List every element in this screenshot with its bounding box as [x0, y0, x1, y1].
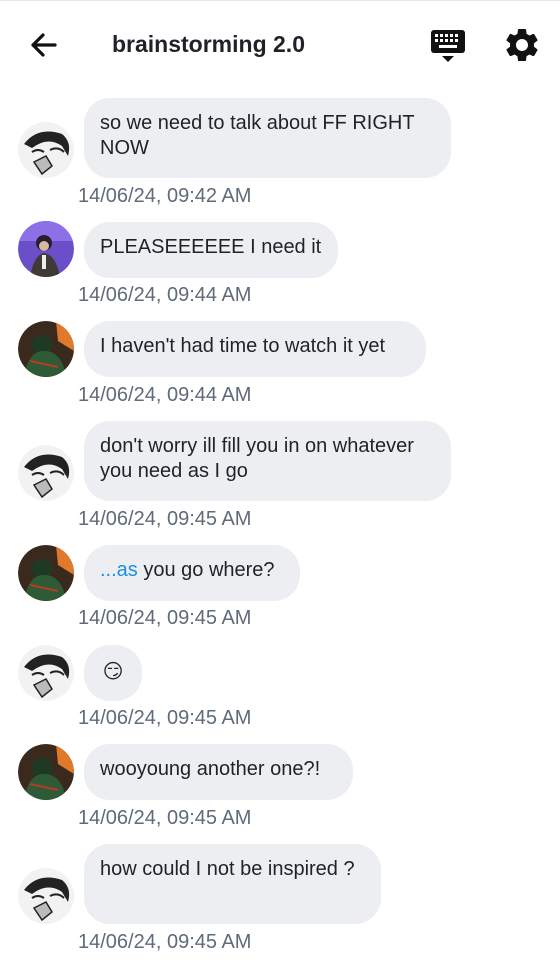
mention-link[interactable]: ...as: [100, 559, 138, 581]
message-timestamp: 14/06/24, 09:45 AM: [78, 807, 252, 829]
message-text: I haven't had time to watch it yet: [100, 335, 386, 357]
message-bubble: PLEASEEEEEE I need it: [84, 222, 338, 278]
message-timestamp: 14/06/24, 09:45 AM: [78, 707, 252, 729]
message-bubble: how could I not be inspired ?: [84, 844, 381, 924]
purple-photo-avatar[interactable]: [18, 221, 74, 277]
message-bubble: ...as you go where?: [84, 545, 300, 601]
message-text: wooyoung another one?!: [100, 758, 321, 780]
emoji-smirk: 😏: [102, 661, 124, 683]
green-photo-avatar[interactable]: [18, 744, 74, 800]
message-timestamp: 14/06/24, 09:45 AM: [78, 508, 252, 530]
manga-avatar[interactable]: [18, 445, 74, 501]
message-timestamp: 14/06/24, 09:44 AM: [78, 384, 252, 406]
message-bubble: I haven't had time to watch it yet: [84, 321, 426, 377]
message-list: so we need to talk about FF RIGHT NOW 14…: [0, 0, 560, 960]
manga-avatar[interactable]: [18, 122, 74, 178]
message-bubble: wooyoung another one?!: [84, 744, 353, 800]
message-bubble: 😏: [84, 645, 142, 701]
message-timestamp: 14/06/24, 09:44 AM: [78, 284, 252, 306]
message-text: don't worry ill fill you in on whatever …: [100, 435, 414, 482]
message-timestamp: 14/06/24, 09:45 AM: [78, 931, 252, 953]
green-photo-avatar[interactable]: [18, 545, 74, 601]
message-timestamp: 14/06/24, 09:42 AM: [78, 185, 252, 207]
message-text: so we need to talk about FF RIGHT NOW: [100, 112, 415, 159]
message-bubble: don't worry ill fill you in on whatever …: [84, 421, 451, 501]
message-timestamp: 14/06/24, 09:45 AM: [78, 607, 252, 629]
green-photo-avatar[interactable]: [18, 321, 74, 377]
manga-avatar[interactable]: [18, 645, 74, 701]
message-text: you go where?: [137, 559, 275, 581]
message-bubble: so we need to talk about FF RIGHT NOW: [84, 98, 451, 178]
message-text: how could I not be inspired ?: [100, 858, 355, 880]
message-text: PLEASEEEEEE I need it: [100, 236, 322, 258]
manga-avatar[interactable]: [18, 868, 74, 924]
